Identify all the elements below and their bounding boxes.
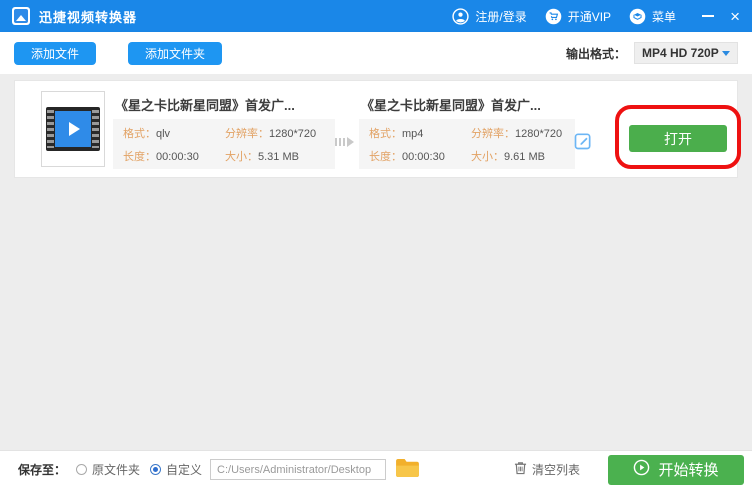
titlebar-left: 迅捷视频转换器 xyxy=(12,7,137,26)
browse-folder-button[interactable] xyxy=(395,458,420,481)
minimize-button[interactable] xyxy=(702,15,714,17)
original-folder-label[interactable]: 原文件夹 xyxy=(92,461,140,478)
add-folder-button[interactable]: 添加文件夹 xyxy=(128,42,222,65)
menu-label: 菜单 xyxy=(652,8,676,25)
target-size: 大小：9.61 MB xyxy=(471,148,565,164)
target-resolution: 分辨率：1280*720 xyxy=(471,125,565,141)
window-controls: × xyxy=(702,8,740,25)
open-button[interactable]: 打开 xyxy=(629,125,727,152)
video-thumbnail xyxy=(41,91,105,167)
trash-icon xyxy=(514,461,527,478)
play-circle-icon xyxy=(633,459,650,480)
cart-icon xyxy=(545,8,562,25)
folder-icon xyxy=(395,458,420,481)
save-path-input[interactable] xyxy=(210,459,386,480)
file-list-area: 《星之卡比新星同盟》首发广... 格式：qlv 分辨率：1280*720 长度：… xyxy=(0,74,752,450)
user-icon xyxy=(452,8,469,25)
clear-list-label: 清空列表 xyxy=(532,461,580,478)
film-icon xyxy=(46,107,100,151)
output-format-label: 输出格式： xyxy=(566,45,626,62)
dropdown-arrow-icon xyxy=(722,51,730,56)
login-label: 注册/登录 xyxy=(475,8,526,25)
output-format-select[interactable]: MP4 HD 720P xyxy=(634,42,738,64)
menu-icon xyxy=(629,8,646,25)
app-title: 迅捷视频转换器 xyxy=(39,7,137,26)
footer-bar: 保存至： 原文件夹 自定义 清空列表 开始转换 xyxy=(0,450,752,488)
target-file-title: 《星之卡比新星同盟》首发广... xyxy=(361,95,541,114)
custom-folder-radio[interactable] xyxy=(150,464,161,475)
toolbar: 添加文件 添加文件夹 输出格式： MP4 HD 720P xyxy=(0,32,752,74)
convert-arrow-icon xyxy=(335,137,354,147)
source-resolution: 分辨率：1280*720 xyxy=(225,125,325,141)
start-convert-label: 开始转换 xyxy=(658,459,718,480)
play-icon xyxy=(69,122,80,136)
add-file-button[interactable]: 添加文件 xyxy=(14,42,96,65)
original-folder-radio[interactable] xyxy=(76,464,87,475)
app-logo-icon xyxy=(12,7,30,25)
target-info-box: 格式：mp4 分辨率：1280*720 长度：00:00:30 大小：9.61 … xyxy=(359,119,575,169)
titlebar: 迅捷视频转换器 注册/登录 开通VIP 菜单 xyxy=(0,0,752,32)
source-file-title: 《星之卡比新星同盟》首发广... xyxy=(115,95,295,114)
vip-label: 开通VIP xyxy=(568,8,611,25)
source-format: 格式：qlv xyxy=(123,125,225,141)
target-format: 格式：mp4 xyxy=(369,125,471,141)
source-duration: 长度：00:00:30 xyxy=(123,148,225,164)
film-strip-left xyxy=(47,110,54,148)
source-size: 大小：5.31 MB xyxy=(225,148,325,164)
film-screen xyxy=(55,111,91,147)
source-info-box: 格式：qlv 分辨率：1280*720 长度：00:00:30 大小：5.31 … xyxy=(113,119,335,169)
login-button[interactable]: 注册/登录 xyxy=(452,8,526,25)
app-window: 迅捷视频转换器 注册/登录 开通VIP 菜单 xyxy=(0,0,752,488)
film-strip-right xyxy=(92,110,99,148)
titlebar-right: 注册/登录 开通VIP 菜单 × xyxy=(452,8,740,25)
menu-button[interactable]: 菜单 xyxy=(629,8,676,25)
output-format-value: MP4 HD 720P xyxy=(642,46,719,60)
file-row: 《星之卡比新星同盟》首发广... 格式：qlv 分辨率：1280*720 长度：… xyxy=(14,80,738,178)
save-to-label: 保存至： xyxy=(18,461,66,478)
start-convert-button[interactable]: 开始转换 xyxy=(608,455,744,485)
target-duration: 长度：00:00:30 xyxy=(369,148,471,164)
vip-button[interactable]: 开通VIP xyxy=(545,8,611,25)
close-button[interactable]: × xyxy=(730,8,740,25)
edit-icon[interactable] xyxy=(573,131,593,151)
clear-list-button[interactable]: 清空列表 xyxy=(514,461,580,478)
custom-folder-label[interactable]: 自定义 xyxy=(166,461,202,478)
